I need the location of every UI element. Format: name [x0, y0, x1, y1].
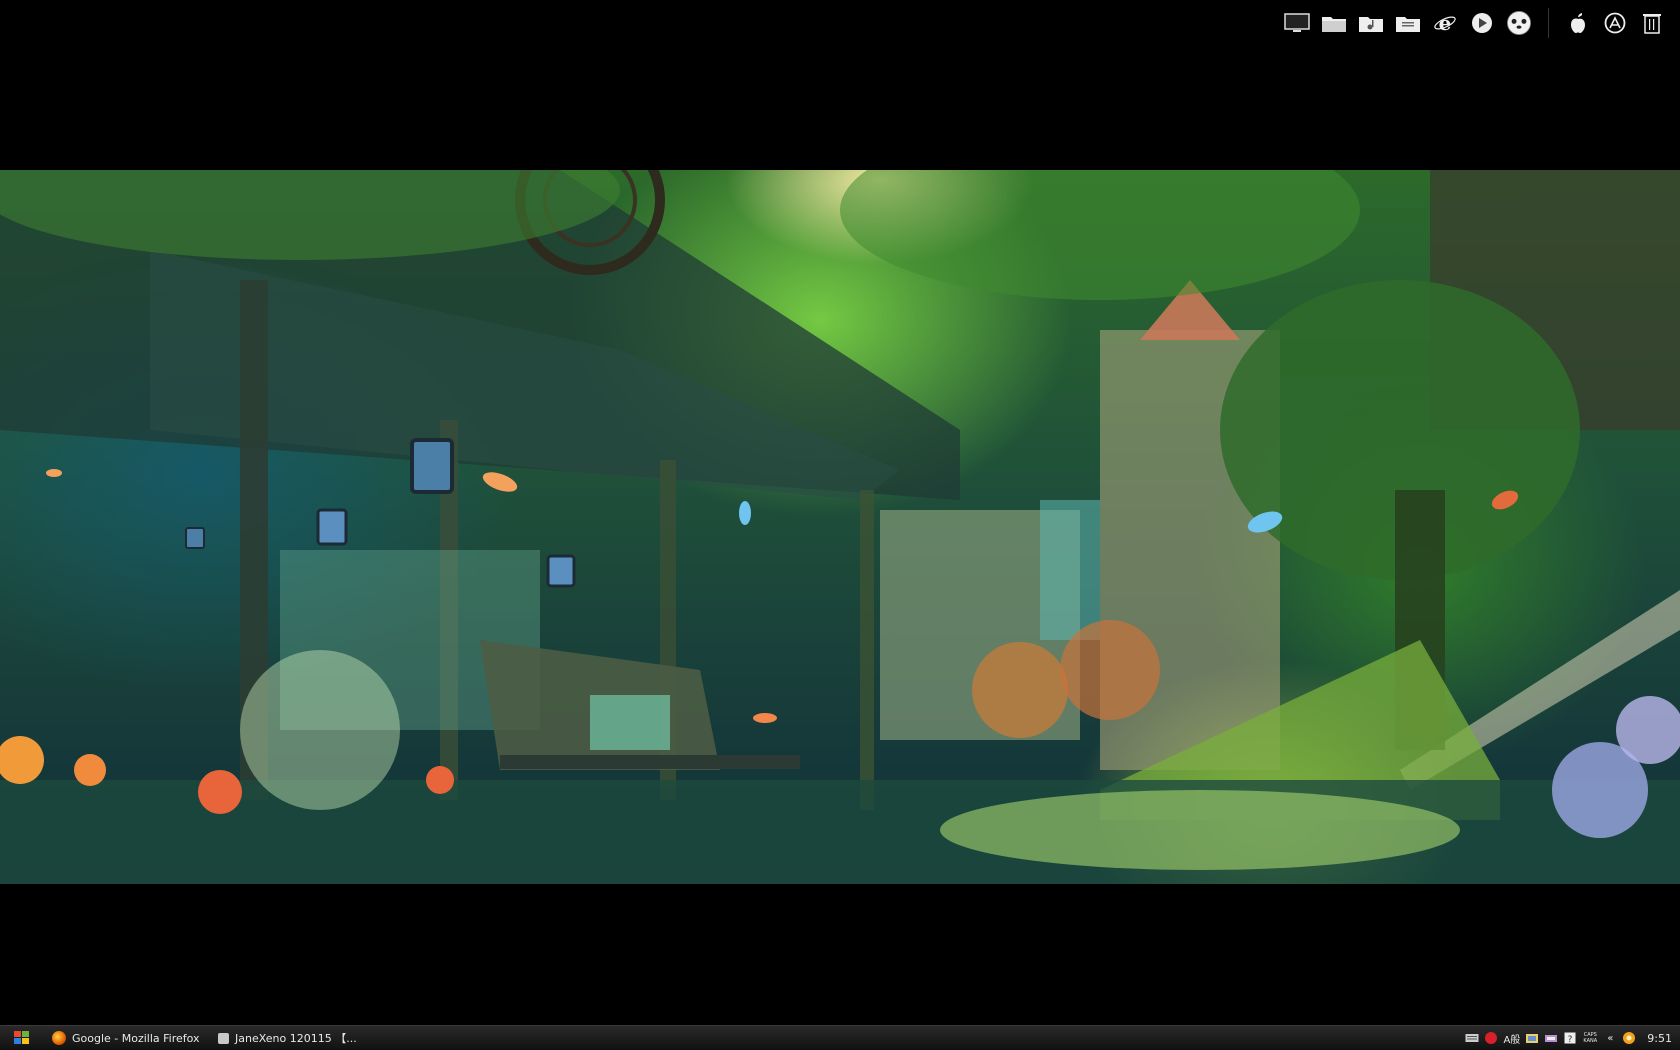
firefox-icon	[52, 1031, 66, 1045]
panda-avatar-icon[interactable]	[1505, 9, 1533, 37]
taskbar-item-firefox[interactable]: Google - Mozilla Firefox	[44, 1027, 210, 1049]
taskbar-item-label: JaneXeno 120115 【...	[235, 1032, 357, 1045]
monitor-icon[interactable]	[1283, 9, 1311, 37]
ime-toolbar-icon[interactable]	[1525, 1031, 1539, 1045]
app-store-icon[interactable]	[1601, 9, 1629, 37]
clock[interactable]: 9:51	[1647, 1032, 1672, 1045]
windows-logo-icon	[14, 1031, 29, 1044]
svg-text:e: e	[1439, 11, 1452, 35]
janexeno-icon	[218, 1032, 229, 1044]
taskbar: Google - Mozilla Firefox JaneXeno 120115…	[0, 1025, 1680, 1050]
ime-indicator[interactable]: A般	[1503, 1031, 1520, 1046]
dock: e	[1283, 6, 1666, 40]
update-icon[interactable]	[1622, 1031, 1636, 1045]
start-button[interactable]	[0, 1026, 44, 1050]
caps-kana-indicator: CAPS KANA	[1583, 1032, 1598, 1044]
keyboard-icon[interactable]	[1465, 1031, 1479, 1045]
music-folder-icon[interactable]	[1357, 9, 1385, 37]
taskbar-item-label: Google - Mozilla Firefox	[72, 1031, 200, 1045]
documents-folder-icon[interactable]	[1394, 9, 1422, 37]
folder-icon[interactable]	[1320, 9, 1348, 37]
dock-separator	[1548, 8, 1549, 38]
trash-icon[interactable]	[1638, 9, 1666, 37]
taskbar-item-janexeno[interactable]: JaneXeno 120115 【...	[210, 1027, 366, 1049]
antivirus-icon[interactable]	[1484, 1031, 1498, 1045]
internet-explorer-icon[interactable]: e	[1431, 9, 1459, 37]
network-icon[interactable]	[1544, 1031, 1558, 1045]
apple-icon[interactable]	[1564, 9, 1592, 37]
svg-text:?: ?	[1568, 1035, 1573, 1044]
expand-tray-button[interactable]: «	[1603, 1031, 1617, 1045]
media-player-icon[interactable]	[1468, 9, 1496, 37]
help-icon[interactable]: ?	[1563, 1031, 1577, 1045]
wallpaper-illustration	[0, 170, 1680, 884]
system-tray: A般 ? CAPS KANA « 9:51	[1465, 1026, 1680, 1050]
desktop-wallpaper	[0, 170, 1680, 884]
